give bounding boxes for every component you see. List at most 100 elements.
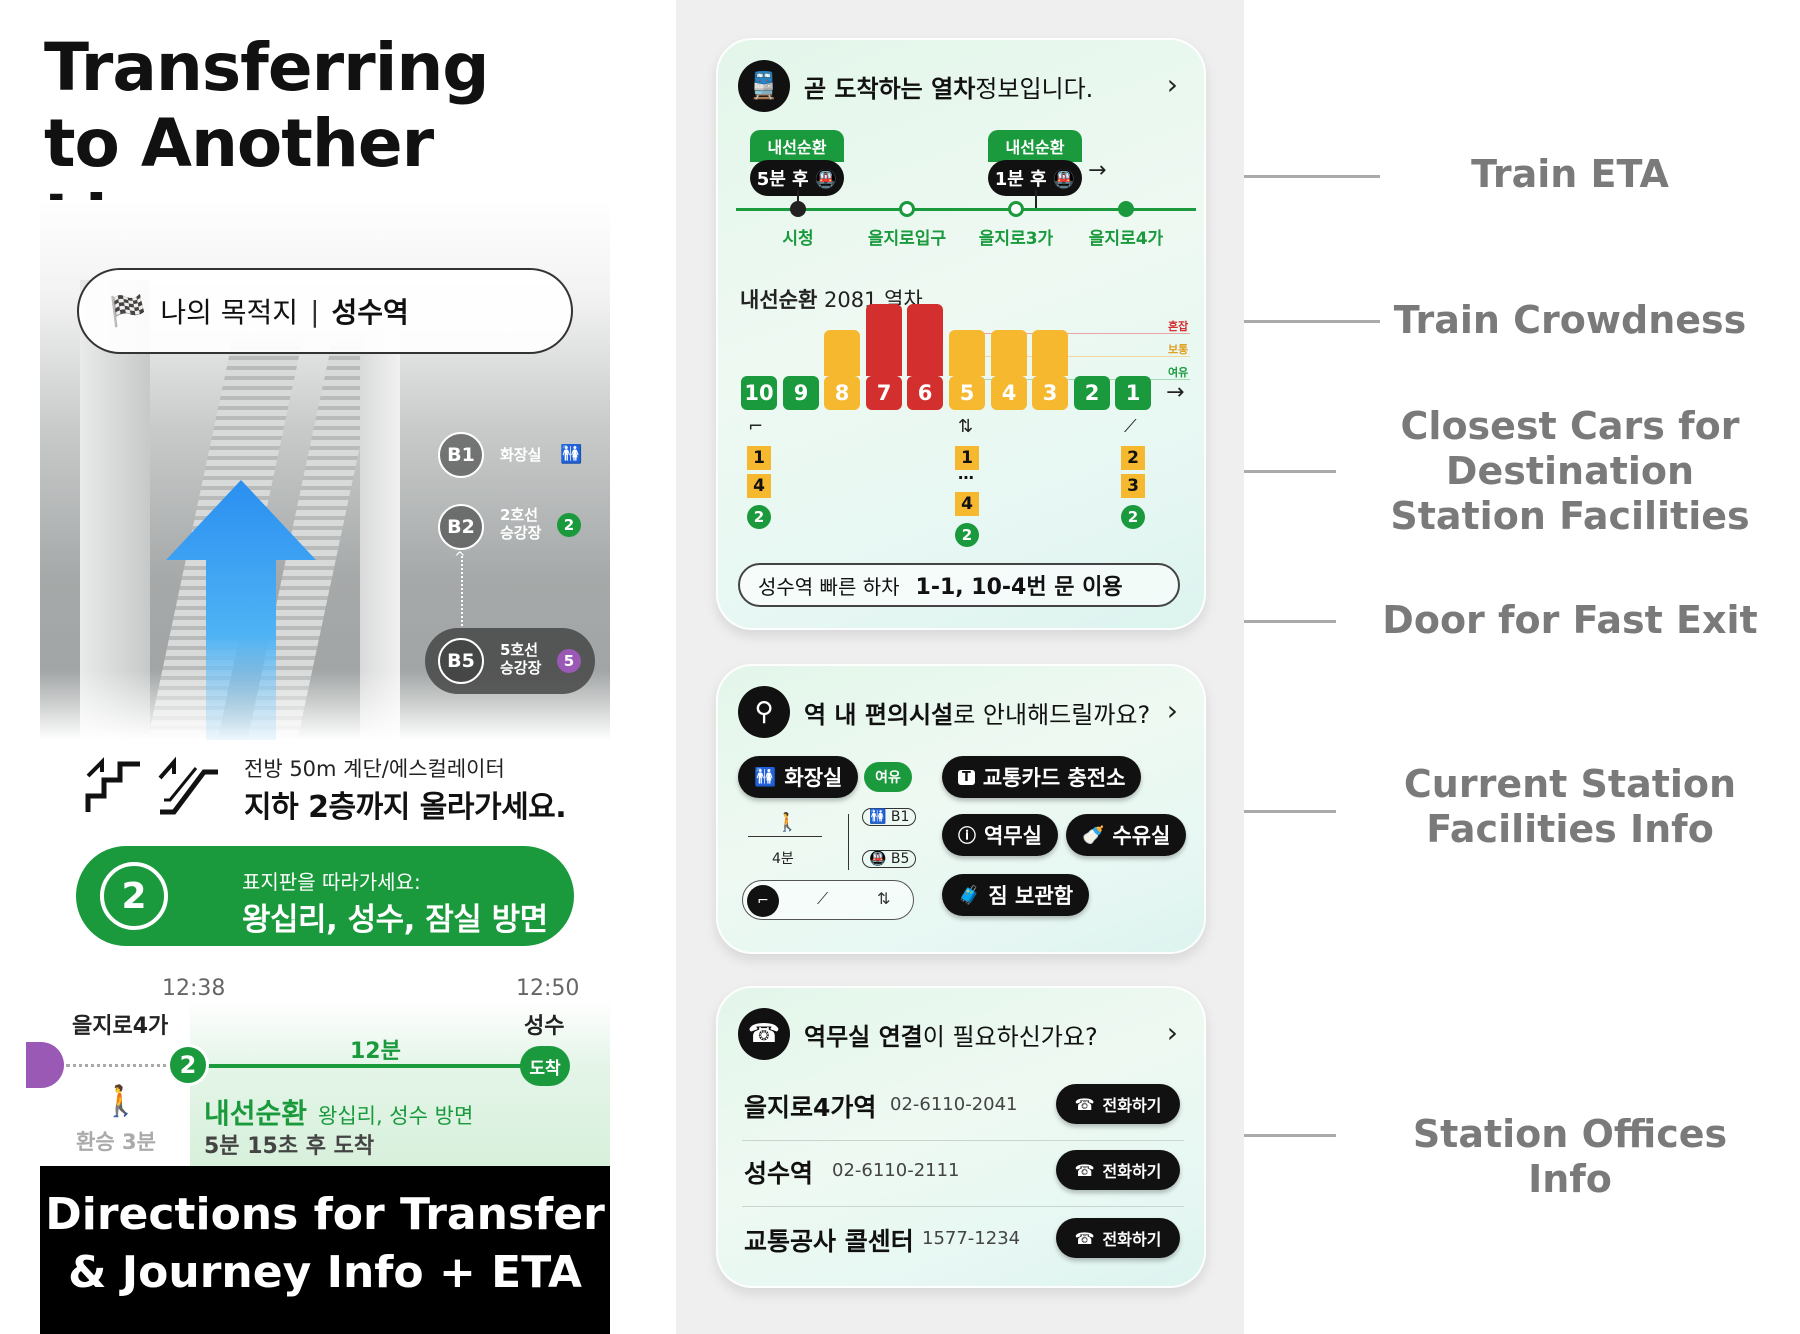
- door-chip: 4: [955, 492, 979, 516]
- floor-b2-marker: B2: [438, 504, 484, 550]
- arrow-right-icon: →: [1166, 380, 1185, 405]
- floor-connector: [461, 556, 463, 626]
- stairs-icon[interactable]: ⌐: [747, 885, 779, 917]
- office-card-header: ☎ 역무실 연결 이 필요하신가요?: [738, 1008, 1098, 1060]
- walking-icon: 🚶: [102, 1084, 140, 1119]
- floor-b2-label: 2호선 승강장: [500, 506, 542, 542]
- end-station: 성수: [524, 1014, 565, 1039]
- connector-line: [1244, 620, 1336, 623]
- route-mode-toggle[interactable]: ⌐ ⟋ ⇅: [742, 880, 914, 920]
- call-button[interactable]: ☎ 전화하기: [1056, 1084, 1180, 1124]
- line-2-exit-icon: 2: [955, 523, 979, 547]
- door-chip: 1: [955, 446, 979, 470]
- crowd-level-low: 여유: [1168, 366, 1189, 379]
- restroom-icon: 🚻: [560, 444, 583, 465]
- feature-label-closest-cars: Closest Cars for Destination Station Fac…: [1390, 404, 1750, 538]
- train-car-number: 2: [1074, 376, 1110, 410]
- feature-label-offices: Station Offices Info: [1412, 1112, 1728, 1201]
- train-car-number: 7: [866, 376, 902, 410]
- restroom-button[interactable]: 🚻 화장실: [738, 756, 859, 798]
- chevron-up-icon: ^: [454, 550, 466, 566]
- train-car-bar: [866, 304, 902, 376]
- train-pointer: [1035, 190, 1037, 208]
- door-chip: 3: [1121, 474, 1145, 498]
- train-eta: 5분 15초 후 도착: [204, 1134, 375, 1159]
- luggage-storage-button[interactable]: 🧳 짐 보관함: [942, 874, 1090, 916]
- walking-icon: 🚶: [776, 812, 799, 833]
- stairs-icon: ⌐: [748, 416, 764, 437]
- floor-b5-label: 5호선 승강장: [500, 641, 542, 677]
- line-direction: 왕십리, 성수 방면: [318, 1104, 474, 1128]
- restroom-icon: 🚻: [754, 766, 777, 788]
- card-charge-button[interactable]: T 교통카드 충전소: [942, 756, 1142, 798]
- train-car-bar: [991, 330, 1027, 376]
- train-eta-badge-1: 내선순환 5분 후 🚇: [750, 130, 844, 196]
- office-row: 성수역 02-6110-2111 ☎ 전화하기: [744, 1146, 1184, 1196]
- train-car-bar: [907, 304, 943, 376]
- floor-b5-chip: 🚇 B5: [862, 850, 917, 868]
- station-dot: [1008, 201, 1024, 217]
- destination-label: 나의 목적지: [160, 296, 299, 329]
- train-car-number: 8: [824, 376, 860, 410]
- chevron-right-icon[interactable]: ›: [1167, 68, 1178, 101]
- feature-label-crowd: Train Crowdness: [1393, 298, 1747, 342]
- train-eta-badge-2: 내선순환 1분 후 🚇: [988, 130, 1082, 196]
- line-direction-name: 내선순환: [204, 1097, 308, 1130]
- floor-b5-marker: B5: [438, 638, 484, 684]
- train-car-number: 4: [991, 376, 1027, 410]
- floor-b1-label: 화장실: [500, 446, 542, 464]
- line-5-badge: 5: [557, 649, 581, 673]
- checkered-flag-icon: 🏁: [109, 293, 147, 329]
- train-car-number: 9: [783, 376, 819, 410]
- connector-line: [1244, 320, 1380, 323]
- feature-label-eta: Train ETA: [1471, 152, 1669, 196]
- fast-exit-pill: 성수역 빠른 하차 1-1, 10-4번 문 이용: [738, 563, 1180, 607]
- line-5-station-marker: [26, 1042, 64, 1088]
- station-name: 을지로4가: [1088, 229, 1164, 249]
- train-car-bar: [949, 330, 985, 376]
- connector-line: [1244, 175, 1380, 178]
- follow-sign-banner: 2 표지판을 따라가세요: 왕십리, 성수, 잠실 방면: [76, 846, 574, 946]
- arrival-badge: 도착: [520, 1046, 570, 1086]
- connector-line: [1244, 1134, 1336, 1137]
- station-office-button[interactable]: ⓘ 역무실: [942, 814, 1058, 856]
- train-car-number: 10: [741, 376, 777, 410]
- call-button[interactable]: ☎ 전화하기: [1056, 1150, 1180, 1190]
- connector-line: [1244, 810, 1336, 813]
- sign-instruction: 표지판을 따라가세요:: [242, 870, 421, 894]
- ellipsis: ⋯: [958, 468, 974, 487]
- connector-line: [1244, 470, 1336, 473]
- station-dot: [790, 201, 806, 217]
- train-car-number: 5: [949, 376, 985, 410]
- phone-icon: ☎: [1074, 1228, 1095, 1248]
- phone-icon: ☎: [1074, 1094, 1095, 1114]
- line-2-transfer-icon: 2: [100, 862, 168, 930]
- escalator-icon[interactable]: ⟋: [817, 889, 828, 909]
- destination-pill[interactable]: 🏁 나의 목적지 | 성수역: [77, 268, 573, 354]
- locker-icon: 🧳: [958, 884, 981, 906]
- door-chip: 1: [747, 446, 771, 470]
- ride-duration: 12분: [350, 1039, 401, 1064]
- chevron-right-icon[interactable]: ›: [1167, 694, 1178, 727]
- baby-bottle-icon: 🍼: [1082, 824, 1105, 846]
- crowd-level-mid: 보통: [1168, 343, 1189, 356]
- station-name: 을지로3가: [978, 229, 1054, 249]
- line-2-badge: 2: [557, 513, 581, 537]
- station-dot-current: [1118, 201, 1134, 217]
- start-station: 을지로4가: [72, 1014, 169, 1039]
- feature-label-facilities: Current Station Facilities Info: [1403, 762, 1737, 851]
- door-chip: 4: [747, 474, 771, 498]
- train-car-number: 6: [907, 376, 943, 410]
- step-instruction-main: 지하 2층까지 올라가세요.: [244, 790, 567, 825]
- facility-card-header: ⚲ 역 내 편의시설 로 안내해드릴까요?: [738, 686, 1150, 738]
- train-icon: 🚆: [738, 60, 790, 112]
- line-2-marker: 2: [167, 1044, 209, 1086]
- door-chip: 2: [1121, 446, 1145, 470]
- floor-b1-marker: B1: [438, 432, 484, 478]
- nursing-room-button[interactable]: 🍼 수유실: [1066, 814, 1187, 856]
- train-car-number: 3: [1032, 376, 1068, 410]
- elevator-icon[interactable]: ⇅: [877, 889, 890, 908]
- call-button[interactable]: ☎ 전화하기: [1056, 1218, 1180, 1258]
- chevron-right-icon[interactable]: ›: [1167, 1016, 1178, 1049]
- stairs-icon: [85, 757, 140, 812]
